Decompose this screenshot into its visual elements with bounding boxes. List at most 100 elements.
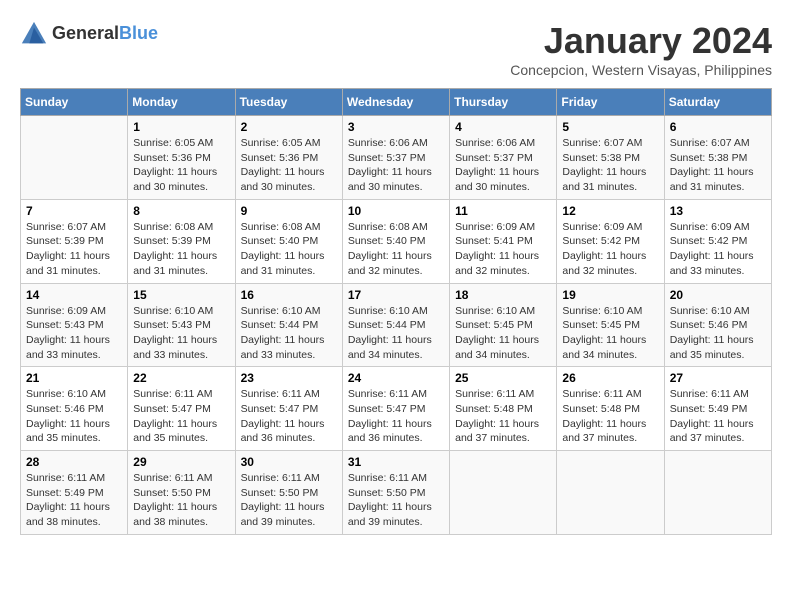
calendar-cell: 11 Sunrise: 6:09 AMSunset: 5:41 PMDayligh…: [450, 199, 557, 283]
day-info: Sunrise: 6:07 AMSunset: 5:39 PMDaylight:…: [26, 220, 122, 279]
day-info: Sunrise: 6:11 AMSunset: 5:48 PMDaylight:…: [562, 387, 658, 446]
day-number: 30: [241, 455, 337, 469]
header-row: SundayMondayTuesdayWednesdayThursdayFrid…: [21, 89, 772, 116]
calendar-cell: 22Sunrise: 6:11 AMSunset: 5:47 PMDayligh…: [128, 367, 235, 451]
calendar-week-1: 1 Sunrise: 6:05 AMSunset: 5:36 PMDaylight…: [21, 116, 772, 200]
calendar-cell: 15 Sunrise: 6:10 AMSunset: 5:43 PMDayligh…: [128, 283, 235, 367]
day-number: 16: [241, 288, 337, 302]
calendar-header: SundayMondayTuesdayWednesdayThursdayFrid…: [21, 89, 772, 116]
calendar-cell: 16Sunrise: 6:10 AMSunset: 5:44 PMDayligh…: [235, 283, 342, 367]
calendar-week-2: 7Sunrise: 6:07 AMSunset: 5:39 PMDaylight…: [21, 199, 772, 283]
title-block: January 2024 Concepcion, Western Visayas…: [510, 20, 772, 78]
day-info: Sunrise: 6:07 AMSunset: 5:38 PMDaylight:…: [562, 136, 658, 195]
day-number: 14: [26, 288, 122, 302]
day-number: 25: [455, 371, 551, 385]
calendar-cell: 21 Sunrise: 6:10 AMSunset: 5:46 PMDayligh…: [21, 367, 128, 451]
calendar-cell: 26 Sunrise: 6:11 AMSunset: 5:48 PMDayligh…: [557, 367, 664, 451]
day-number: 31: [348, 455, 444, 469]
calendar-cell: 27Sunrise: 6:11 AMSunset: 5:49 PMDayligh…: [664, 367, 771, 451]
day-number: 4: [455, 120, 551, 134]
day-info: Sunrise: 6:11 AMSunset: 5:49 PMDaylight:…: [670, 387, 766, 446]
day-number: 10: [348, 204, 444, 218]
day-number: 1: [133, 120, 229, 134]
day-number: 28: [26, 455, 122, 469]
day-info: Sunrise: 6:06 AMSunset: 5:37 PMDaylight:…: [455, 136, 551, 195]
calendar-cell: 9 Sunrise: 6:08 AMSunset: 5:40 PMDaylight…: [235, 199, 342, 283]
header-day-sunday: Sunday: [21, 89, 128, 116]
header-day-saturday: Saturday: [664, 89, 771, 116]
logo-general: General: [52, 24, 119, 44]
calendar-cell: 24 Sunrise: 6:11 AMSunset: 5:47 PMDayligh…: [342, 367, 449, 451]
day-info: Sunrise: 6:11 AMSunset: 5:50 PMDaylight:…: [133, 471, 229, 530]
calendar-cell: 14 Sunrise: 6:09 AMSunset: 5:43 PMDayligh…: [21, 283, 128, 367]
day-number: 12: [562, 204, 658, 218]
day-info: Sunrise: 6:09 AMSunset: 5:43 PMDaylight:…: [26, 304, 122, 363]
calendar-cell: 28 Sunrise: 6:11 AMSunset: 5:49 PMDayligh…: [21, 451, 128, 535]
day-number: 15: [133, 288, 229, 302]
calendar-cell: 6Sunrise: 6:07 AMSunset: 5:38 PMDaylight…: [664, 116, 771, 200]
day-info: Sunrise: 6:11 AMSunset: 5:48 PMDaylight:…: [455, 387, 551, 446]
header-day-tuesday: Tuesday: [235, 89, 342, 116]
day-info: Sunrise: 6:08 AMSunset: 5:39 PMDaylight:…: [133, 220, 229, 279]
day-info: Sunrise: 6:06 AMSunset: 5:37 PMDaylight:…: [348, 136, 444, 195]
day-number: 24: [348, 371, 444, 385]
day-info: Sunrise: 6:11 AMSunset: 5:50 PMDaylight:…: [241, 471, 337, 530]
calendar-week-4: 21 Sunrise: 6:10 AMSunset: 5:46 PMDayligh…: [21, 367, 772, 451]
day-info: Sunrise: 6:05 AMSunset: 5:36 PMDaylight:…: [241, 136, 337, 195]
calendar-cell: 7Sunrise: 6:07 AMSunset: 5:39 PMDaylight…: [21, 199, 128, 283]
calendar-cell: 12Sunrise: 6:09 AMSunset: 5:42 PMDayligh…: [557, 199, 664, 283]
day-info: Sunrise: 6:11 AMSunset: 5:49 PMDaylight:…: [26, 471, 122, 530]
day-info: Sunrise: 6:10 AMSunset: 5:43 PMDaylight:…: [133, 304, 229, 363]
calendar-cell: 8Sunrise: 6:08 AMSunset: 5:39 PMDaylight…: [128, 199, 235, 283]
day-number: 23: [241, 371, 337, 385]
day-number: 11: [455, 204, 551, 218]
day-info: Sunrise: 6:10 AMSunset: 5:46 PMDaylight:…: [670, 304, 766, 363]
logo-icon: [20, 20, 48, 48]
day-info: Sunrise: 6:05 AMSunset: 5:36 PMDaylight:…: [133, 136, 229, 195]
calendar-cell: 25 Sunrise: 6:11 AMSunset: 5:48 PMDayligh…: [450, 367, 557, 451]
day-number: 9: [241, 204, 337, 218]
day-info: Sunrise: 6:10 AMSunset: 5:45 PMDaylight:…: [562, 304, 658, 363]
day-info: Sunrise: 6:09 AMSunset: 5:42 PMDaylight:…: [670, 220, 766, 279]
day-number: 13: [670, 204, 766, 218]
header-day-friday: Friday: [557, 89, 664, 116]
day-info: Sunrise: 6:10 AMSunset: 5:45 PMDaylight:…: [455, 304, 551, 363]
calendar-title: January 2024: [510, 20, 772, 62]
calendar-cell: 2Sunrise: 6:05 AMSunset: 5:36 PMDaylight…: [235, 116, 342, 200]
day-number: 6: [670, 120, 766, 134]
calendar-cell: 10 Sunrise: 6:08 AMSunset: 5:40 PMDayligh…: [342, 199, 449, 283]
calendar-cell: 4 Sunrise: 6:06 AMSunset: 5:37 PMDaylight…: [450, 116, 557, 200]
calendar-cell: 1 Sunrise: 6:05 AMSunset: 5:36 PMDaylight…: [128, 116, 235, 200]
header-day-monday: Monday: [128, 89, 235, 116]
day-number: 20: [670, 288, 766, 302]
calendar-cell: 3Sunrise: 6:06 AMSunset: 5:37 PMDaylight…: [342, 116, 449, 200]
day-number: 26: [562, 371, 658, 385]
day-number: 29: [133, 455, 229, 469]
day-number: 5: [562, 120, 658, 134]
calendar-cell: 29 Sunrise: 6:11 AMSunset: 5:50 PMDayligh…: [128, 451, 235, 535]
calendar-cell: 19 Sunrise: 6:10 AMSunset: 5:45 PMDayligh…: [557, 283, 664, 367]
day-info: Sunrise: 6:10 AMSunset: 5:46 PMDaylight:…: [26, 387, 122, 446]
day-number: 19: [562, 288, 658, 302]
calendar-week-3: 14 Sunrise: 6:09 AMSunset: 5:43 PMDayligh…: [21, 283, 772, 367]
day-number: 17: [348, 288, 444, 302]
calendar-cell: [557, 451, 664, 535]
day-info: Sunrise: 6:08 AMSunset: 5:40 PMDaylight:…: [348, 220, 444, 279]
calendar-subtitle: Concepcion, Western Visayas, Philippines: [510, 62, 772, 78]
calendar-week-5: 28 Sunrise: 6:11 AMSunset: 5:49 PMDayligh…: [21, 451, 772, 535]
day-info: Sunrise: 6:11 AMSunset: 5:47 PMDaylight:…: [241, 387, 337, 446]
calendar-body: 1 Sunrise: 6:05 AMSunset: 5:36 PMDaylight…: [21, 116, 772, 535]
day-info: Sunrise: 6:10 AMSunset: 5:44 PMDaylight:…: [348, 304, 444, 363]
day-info: Sunrise: 6:08 AMSunset: 5:40 PMDaylight:…: [241, 220, 337, 279]
day-number: 18: [455, 288, 551, 302]
day-info: Sunrise: 6:09 AMSunset: 5:41 PMDaylight:…: [455, 220, 551, 279]
day-number: 22: [133, 371, 229, 385]
logo: General Blue: [20, 20, 158, 48]
day-number: 21: [26, 371, 122, 385]
day-info: Sunrise: 6:11 AMSunset: 5:50 PMDaylight:…: [348, 471, 444, 530]
calendar-cell: [664, 451, 771, 535]
day-info: Sunrise: 6:11 AMSunset: 5:47 PMDaylight:…: [348, 387, 444, 446]
calendar-cell: 30 Sunrise: 6:11 AMSunset: 5:50 PMDayligh…: [235, 451, 342, 535]
page-header: General Blue January 2024 Concepcion, We…: [20, 20, 772, 78]
calendar-cell: [450, 451, 557, 535]
